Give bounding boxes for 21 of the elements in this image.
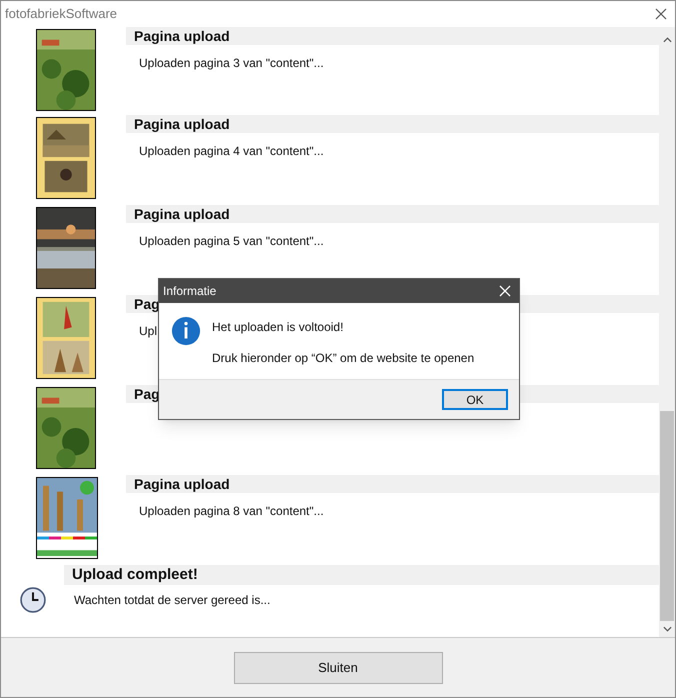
status-message: Upl xyxy=(139,324,158,338)
dialog-message: Het uploaden is voltooid! xyxy=(212,319,344,336)
close-button[interactable]: Sluiten xyxy=(234,652,442,684)
status-message: Uploaden pagina 4 van "content"... xyxy=(139,144,324,158)
section-heading: Pagina upload xyxy=(126,475,659,493)
scroll-down-icon[interactable] xyxy=(662,626,672,632)
clock-icon xyxy=(20,587,46,613)
section-heading: Upload compleet! xyxy=(64,565,659,585)
window-title: fotofabriekSoftware xyxy=(5,5,118,24)
close-icon[interactable] xyxy=(655,8,667,20)
info-icon xyxy=(171,316,201,346)
dialog-detail: Druk hieronder op “OK” om de website te openen xyxy=(212,350,474,367)
status-message: Uploaden pagina 8 van "content"... xyxy=(139,504,324,518)
status-message: Uploaden pagina 5 van "content"... xyxy=(139,234,324,248)
status-message: Uploaden pagina 3 van "content"... xyxy=(139,56,324,70)
ok-button[interactable]: OK xyxy=(442,389,508,410)
scroll-thumb[interactable] xyxy=(660,411,674,621)
section-heading: Pagina upload xyxy=(126,27,659,45)
section-heading: Pagina upload xyxy=(126,115,659,133)
scroll-up-icon[interactable] xyxy=(662,37,672,43)
section-heading: Pagina upload xyxy=(126,205,659,223)
